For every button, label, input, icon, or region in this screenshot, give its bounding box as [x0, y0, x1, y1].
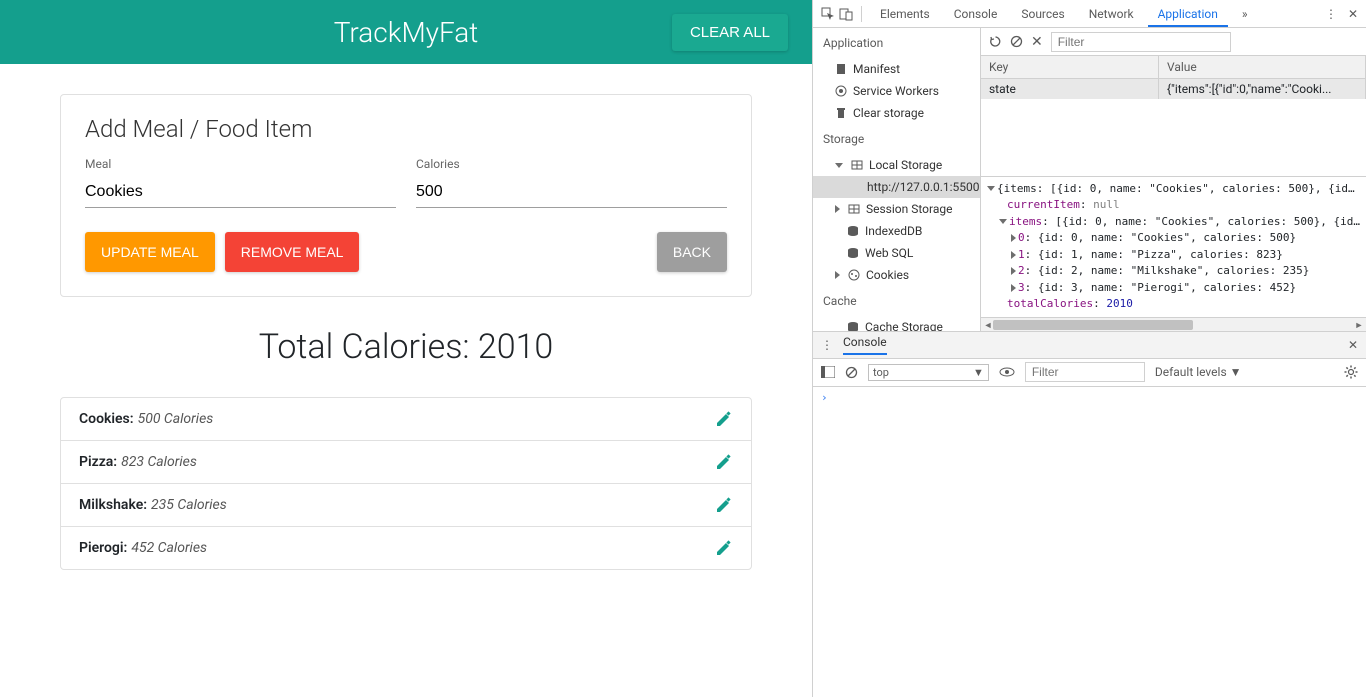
meal-input[interactable] [85, 177, 396, 208]
console-drawer-header: ⋮ Console ✕ [813, 331, 1366, 359]
chevron-right-icon[interactable] [1011, 267, 1016, 275]
devtools-main: ✕ Key Value state {"items":[{"id":0,"nam… [981, 28, 1366, 331]
list-item: Pierogi: 452 Calories [61, 527, 751, 569]
edit-icon[interactable] [715, 496, 733, 514]
tab-elements[interactable]: Elements [870, 1, 940, 27]
eye-icon[interactable] [999, 366, 1015, 378]
sidebar-section-cache: Cache [813, 286, 980, 316]
delete-icon[interactable]: ✕ [1031, 34, 1043, 50]
sidebar-item-indexeddb[interactable]: IndexedDB [813, 220, 980, 242]
storage-filter-input[interactable] [1051, 32, 1231, 52]
tab-console[interactable]: Console [944, 1, 1008, 27]
sidebar-item-websql[interactable]: Web SQL [813, 242, 980, 264]
sidebar-item-cookies[interactable]: Cookies [813, 264, 980, 286]
console-tab[interactable]: Console [843, 335, 887, 355]
refresh-icon[interactable] [989, 35, 1002, 48]
storage-row[interactable]: state {"items":[{"id":0,"name":"Cooki... [981, 79, 1366, 99]
gear-icon[interactable] [1344, 365, 1358, 379]
sidebar-item-local-storage-origin[interactable]: http://127.0.0.1:5500 [813, 176, 980, 198]
clear-console-icon[interactable] [845, 366, 858, 379]
item-calories: 235 Calories [151, 497, 227, 513]
sidebar-toggle-icon[interactable] [821, 366, 835, 378]
chevron-down-icon[interactable] [999, 219, 1007, 224]
th-value[interactable]: Value [1159, 56, 1366, 78]
tab-sources[interactable]: Sources [1011, 1, 1074, 27]
chevron-right-icon [835, 271, 840, 279]
item-name: Cookies: [79, 411, 134, 427]
total-calories: Total Calories: 2010 [60, 327, 752, 367]
console-body[interactable]: › [813, 387, 1366, 697]
meal-form-card: Add Meal / Food Item Meal Calories UPDAT… [60, 94, 752, 297]
list-item: Cookies: 500 Calories [61, 398, 751, 441]
chevron-right-icon[interactable] [1011, 234, 1016, 242]
tab-network[interactable]: Network [1079, 1, 1144, 27]
context-selector[interactable]: top▼ [868, 364, 989, 381]
back-button[interactable]: BACK [657, 232, 727, 272]
storage-toolbar: ✕ [981, 28, 1366, 56]
inspect-icon[interactable] [821, 7, 835, 21]
app-header: TrackMyFat CLEAR ALL [0, 0, 812, 64]
scroll-thumb[interactable] [993, 320, 1193, 330]
console-prompt: › [821, 391, 828, 404]
edit-icon[interactable] [715, 453, 733, 471]
item-calories: 823 Calories [121, 454, 197, 470]
item-calories: 452 Calories [131, 540, 207, 556]
levels-selector[interactable]: Default levels ▼ [1155, 365, 1242, 379]
list-item: Milkshake: 235 Calories [61, 484, 751, 527]
calories-label: Calories [416, 157, 727, 171]
sidebar-item-local-storage[interactable]: Local Storage [813, 154, 980, 176]
list-item: Pizza: 823 Calories [61, 441, 751, 484]
item-calories: 500 Calories [138, 411, 214, 427]
edit-icon[interactable] [715, 539, 733, 557]
sidebar-item-clear-storage[interactable]: Clear storage [813, 102, 980, 124]
update-meal-button[interactable]: UPDATE MEAL [85, 232, 215, 272]
devtools-tabbar: Elements Console Sources Network Applica… [813, 0, 1366, 28]
block-icon[interactable] [1010, 35, 1023, 48]
app-viewport: TrackMyFat CLEAR ALL Add Meal / Food Ite… [0, 0, 812, 697]
item-name: Pizza: [79, 454, 117, 470]
scroll-left-icon[interactable]: ◄ [983, 320, 993, 330]
tabs-more[interactable]: » [1232, 1, 1258, 27]
devtools-sidebar: Application Manifest Service Workers Cle… [813, 28, 981, 331]
app-brand: TrackMyFat [334, 16, 479, 49]
chevron-down-icon [835, 163, 843, 168]
chevron-right-icon[interactable] [1011, 284, 1016, 292]
chevron-right-icon [835, 205, 840, 213]
item-name: Pierogi: [79, 540, 127, 556]
meal-label: Meal [85, 157, 396, 171]
item-name: Milkshake: [79, 497, 147, 513]
sidebar-item-manifest[interactable]: Manifest [813, 58, 980, 80]
object-preview: {items: [{id: 0, name: "Cookies", calori… [981, 176, 1366, 317]
kebab-icon[interactable]: ⋮ [1325, 7, 1336, 21]
chevron-down-icon[interactable] [987, 186, 995, 191]
edit-icon[interactable] [715, 410, 733, 428]
scroll-right-icon[interactable]: ► [1354, 320, 1364, 330]
sidebar-section-application: Application [813, 28, 980, 58]
chevron-right-icon[interactable] [1011, 251, 1016, 259]
clear-all-button[interactable]: CLEAR ALL [672, 14, 788, 51]
sidebar-item-session-storage[interactable]: Session Storage [813, 198, 980, 220]
close-icon[interactable]: ✕ [1348, 338, 1358, 352]
meal-list: Cookies: 500 CaloriesPizza: 823 Calories… [60, 397, 752, 570]
calories-input[interactable] [416, 177, 727, 208]
console-toolbar: top▼ Default levels ▼ [813, 359, 1366, 387]
sidebar-item-service-workers[interactable]: Service Workers [813, 80, 980, 102]
tab-application[interactable]: Application [1148, 1, 1228, 27]
horizontal-scrollbar[interactable]: ◄ ► [981, 317, 1366, 331]
close-icon[interactable]: ✕ [1348, 7, 1358, 21]
device-icon[interactable] [839, 7, 853, 21]
remove-meal-button[interactable]: REMOVE MEAL [225, 232, 360, 272]
kebab-icon[interactable]: ⋮ [821, 338, 833, 352]
devtools-panel: Elements Console Sources Network Applica… [812, 0, 1366, 697]
console-filter-input[interactable] [1025, 362, 1145, 382]
card-title: Add Meal / Food Item [85, 115, 727, 143]
th-key[interactable]: Key [981, 56, 1159, 78]
sidebar-section-storage: Storage [813, 124, 980, 154]
sidebar-item-cache-storage[interactable]: Cache Storage [813, 316, 980, 331]
storage-table-header: Key Value [981, 56, 1366, 79]
